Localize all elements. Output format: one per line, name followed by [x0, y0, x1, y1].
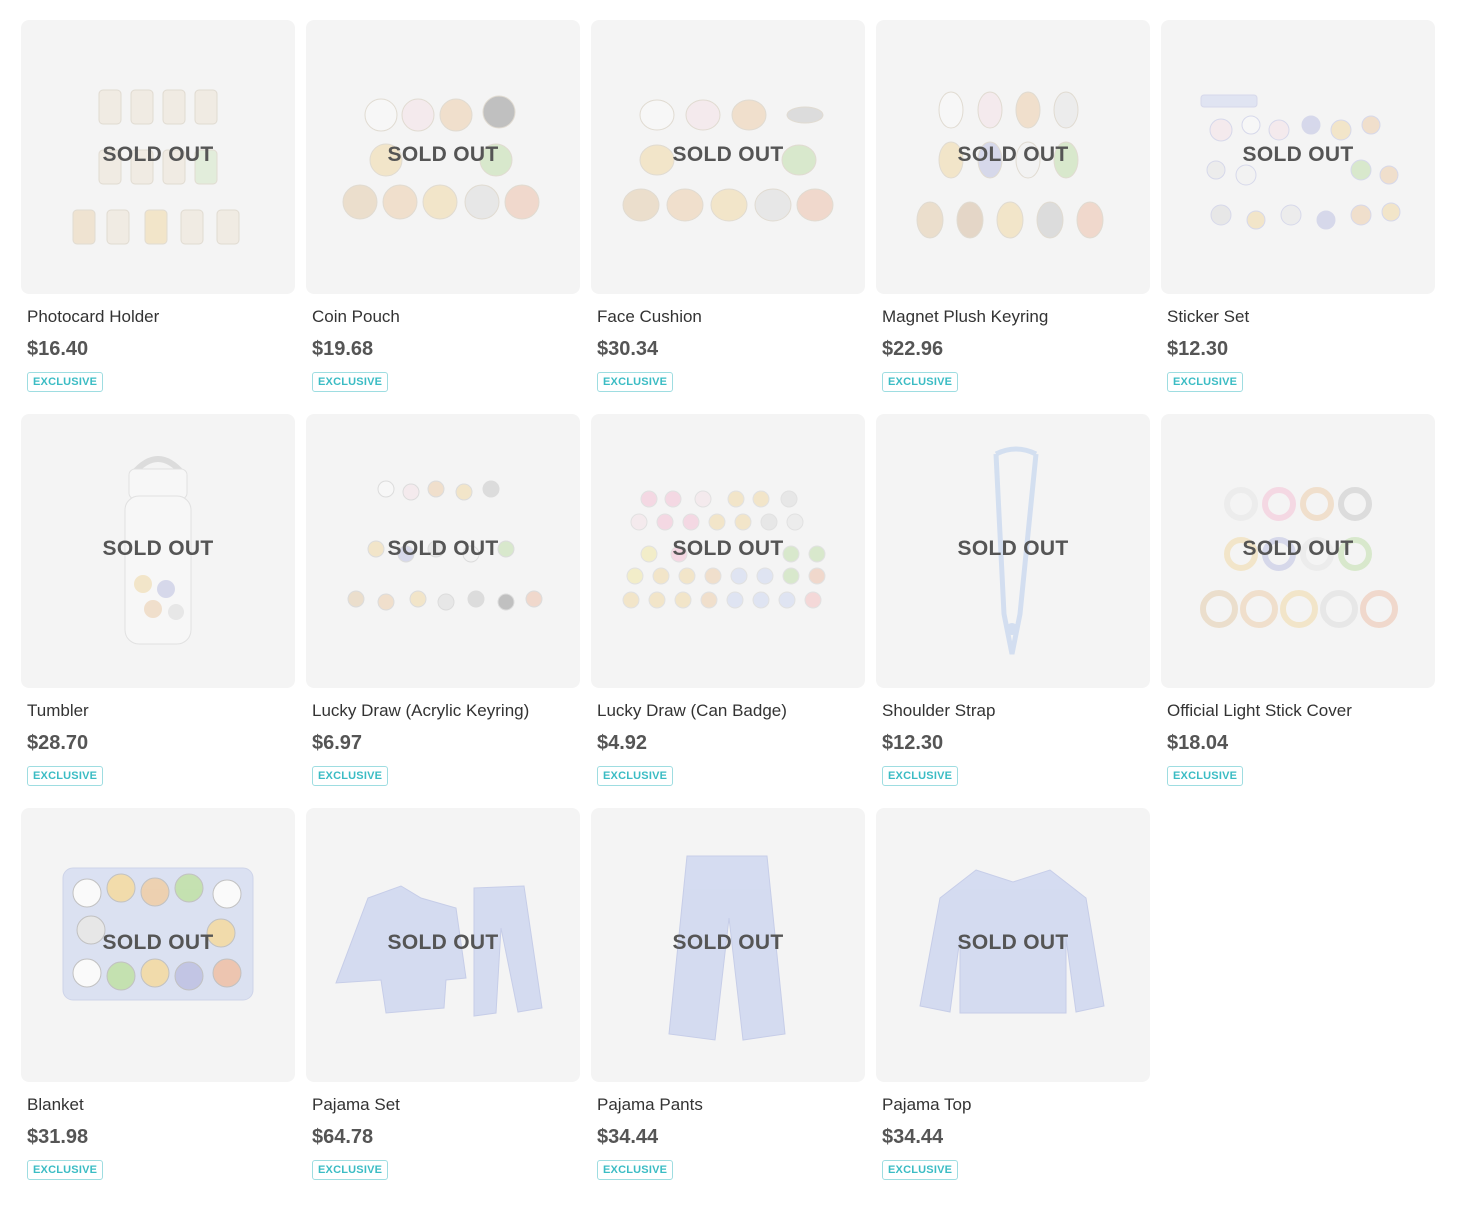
- product-name[interactable]: Official Light Stick Cover: [1167, 701, 1435, 721]
- product-price: $12.30: [882, 732, 944, 754]
- exclusive-badge: EXCLUSIVE: [27, 1160, 104, 1180]
- exclusive-badge: EXCLUSIVE: [312, 372, 389, 392]
- sold-out-label: SOLD OUT: [102, 931, 214, 954]
- product-image[interactable]: SOLD OUT: [876, 808, 1150, 1082]
- product-image[interactable]: SOLD OUT: [21, 414, 295, 688]
- exclusive-badge: EXCLUSIVE: [27, 766, 104, 786]
- product-name[interactable]: Shoulder Strap: [882, 701, 1150, 721]
- product-name[interactable]: Tumbler: [27, 701, 295, 721]
- sold-out-label: SOLD OUT: [672, 537, 784, 560]
- product-price: $28.70: [27, 732, 89, 754]
- product-card[interactable]: SOLD OUT Pajama Top $34.44 EXCLUSIVE: [876, 808, 1150, 1202]
- product-price: $19.68: [312, 338, 374, 360]
- exclusive-badge: EXCLUSIVE: [882, 1160, 959, 1180]
- product-name[interactable]: Lucky Draw (Can Badge): [597, 701, 865, 721]
- sold-out-label: SOLD OUT: [1242, 537, 1354, 560]
- product-price: $64.78: [312, 1126, 374, 1148]
- exclusive-badge: EXCLUSIVE: [312, 1160, 389, 1180]
- product-card[interactable]: SOLD OUT Pajama Pants $34.44 EXCLUSIVE: [591, 808, 865, 1202]
- exclusive-badge: EXCLUSIVE: [597, 1160, 674, 1180]
- product-card[interactable]: SOLD OUT Pajama Set $64.78 EXCLUSIVE: [306, 808, 580, 1202]
- exclusive-badge: EXCLUSIVE: [27, 372, 104, 392]
- product-price: $34.44: [597, 1126, 659, 1148]
- product-name[interactable]: Sticker Set: [1167, 307, 1435, 327]
- product-name[interactable]: Face Cushion: [597, 307, 865, 327]
- product-name[interactable]: Coin Pouch: [312, 307, 580, 327]
- product-price: $16.40: [27, 338, 89, 360]
- product-name[interactable]: Pajama Set: [312, 1095, 580, 1115]
- product-price: $6.97: [312, 732, 363, 754]
- product-price: $30.34: [597, 338, 659, 360]
- exclusive-badge: EXCLUSIVE: [597, 766, 674, 786]
- product-card[interactable]: SOLD OUT Magnet Plush Keyring $22.96 EXC…: [876, 20, 1150, 414]
- product-price: $34.44: [882, 1126, 944, 1148]
- sold-out-label: SOLD OUT: [957, 143, 1069, 166]
- product-image[interactable]: SOLD OUT: [591, 808, 865, 1082]
- product-image[interactable]: SOLD OUT: [306, 414, 580, 688]
- exclusive-badge: EXCLUSIVE: [1167, 372, 1244, 392]
- product-image[interactable]: SOLD OUT: [21, 20, 295, 294]
- product-image[interactable]: SOLD OUT: [306, 808, 580, 1082]
- product-grid: SOLD OUT Photocard Holder $16.40 EXCLUSI…: [21, 20, 1435, 1202]
- product-card[interactable]: SOLD OUT Photocard Holder $16.40 EXCLUSI…: [21, 20, 295, 414]
- product-name[interactable]: Photocard Holder: [27, 307, 295, 327]
- product-card[interactable]: SOLD OUT Lucky Draw (Acrylic Keyring) $6…: [306, 414, 580, 808]
- sold-out-label: SOLD OUT: [102, 143, 214, 166]
- sold-out-label: SOLD OUT: [387, 537, 499, 560]
- product-name[interactable]: Lucky Draw (Acrylic Keyring): [312, 701, 580, 721]
- product-image[interactable]: SOLD OUT: [1161, 414, 1435, 688]
- product-image[interactable]: SOLD OUT: [21, 808, 295, 1082]
- product-name[interactable]: Blanket: [27, 1095, 295, 1115]
- product-name[interactable]: Magnet Plush Keyring: [882, 307, 1150, 327]
- sold-out-label: SOLD OUT: [672, 143, 784, 166]
- product-card[interactable]: SOLD OUT Lucky Draw (Can Badge) $4.92 EX…: [591, 414, 865, 808]
- exclusive-badge: EXCLUSIVE: [1167, 766, 1244, 786]
- product-image[interactable]: SOLD OUT: [876, 20, 1150, 294]
- sold-out-label: SOLD OUT: [957, 537, 1069, 560]
- product-image[interactable]: SOLD OUT: [591, 414, 865, 688]
- sold-out-label: SOLD OUT: [957, 931, 1069, 954]
- exclusive-badge: EXCLUSIVE: [312, 766, 389, 786]
- exclusive-badge: EXCLUSIVE: [882, 372, 959, 392]
- product-price: $12.30: [1167, 338, 1229, 360]
- product-card[interactable]: SOLD OUT Official Light Stick Cover $18.…: [1161, 414, 1435, 808]
- product-image[interactable]: SOLD OUT: [1161, 20, 1435, 294]
- product-card[interactable]: SOLD OUT Face Cushion $30.34 EXCLUSIVE: [591, 20, 865, 414]
- sold-out-label: SOLD OUT: [1242, 143, 1354, 166]
- product-card[interactable]: SOLD OUT Blanket $31.98 EXCLUSIVE: [21, 808, 295, 1202]
- exclusive-badge: EXCLUSIVE: [882, 766, 959, 786]
- product-card[interactable]: SOLD OUT Shoulder Strap $12.30 EXCLUSIVE: [876, 414, 1150, 808]
- product-price: $4.92: [597, 732, 648, 754]
- sold-out-label: SOLD OUT: [102, 537, 214, 560]
- product-card[interactable]: SOLD OUT Coin Pouch $19.68 EXCLUSIVE: [306, 20, 580, 414]
- product-image[interactable]: SOLD OUT: [876, 414, 1150, 688]
- product-image[interactable]: SOLD OUT: [591, 20, 865, 294]
- product-name[interactable]: Pajama Pants: [597, 1095, 865, 1115]
- product-card[interactable]: SOLD OUT Sticker Set $12.30 EXCLUSIVE: [1161, 20, 1435, 414]
- product-name[interactable]: Pajama Top: [882, 1095, 1150, 1115]
- sold-out-label: SOLD OUT: [672, 931, 784, 954]
- product-card[interactable]: SOLD OUT Tumbler $28.70 EXCLUSIVE: [21, 414, 295, 808]
- product-price: $22.96: [882, 338, 944, 360]
- product-price: $31.98: [27, 1126, 89, 1148]
- product-image[interactable]: SOLD OUT: [306, 20, 580, 294]
- exclusive-badge: EXCLUSIVE: [597, 372, 674, 392]
- sold-out-label: SOLD OUT: [387, 931, 499, 954]
- product-price: $18.04: [1167, 732, 1229, 754]
- sold-out-label: SOLD OUT: [387, 143, 499, 166]
